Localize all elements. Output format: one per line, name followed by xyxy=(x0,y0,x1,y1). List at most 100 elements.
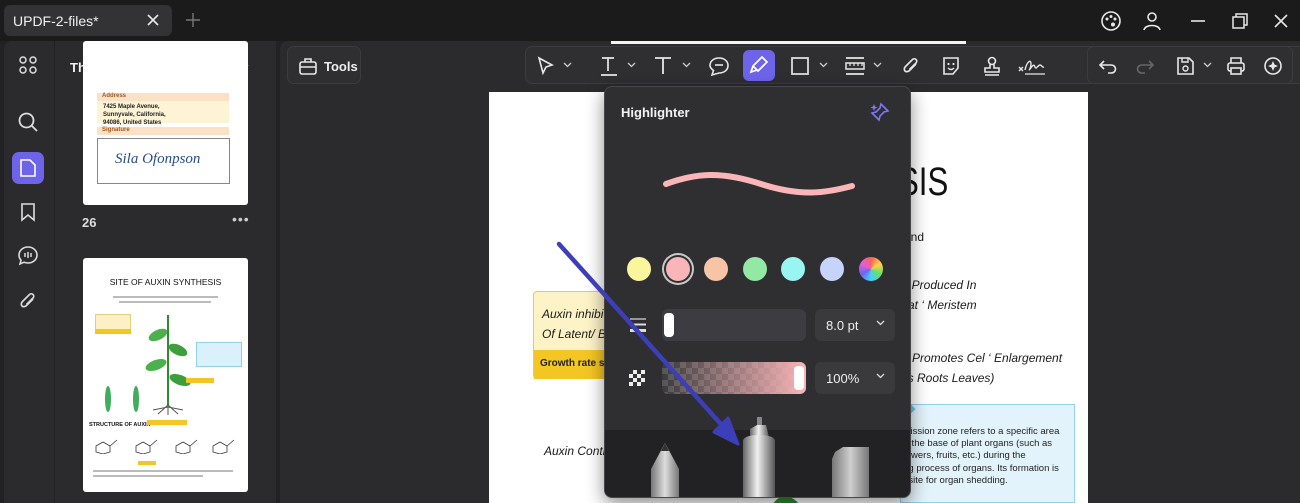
document-tab[interactable]: UPDF-2-files* xyxy=(4,5,172,36)
text-box-icon[interactable] xyxy=(652,55,674,77)
measure-ruler-icon[interactable] xyxy=(844,55,866,77)
pdf-note-line: Auxin inhibit xyxy=(542,307,607,321)
chevron-down-icon[interactable] xyxy=(563,62,572,68)
info-box-line: at the base of plant organs (such as xyxy=(901,438,1053,450)
print-icon[interactable] xyxy=(1225,55,1247,77)
eraser-tool-icon[interactable] xyxy=(829,447,871,498)
minimize-icon[interactable] xyxy=(1186,9,1210,33)
more-options-icon[interactable]: ••• xyxy=(232,211,250,227)
page-thumbnail[interactable]: SITE OF AUXIN SYNTHESIS STRUCTURE OF AUX… xyxy=(83,258,248,492)
page-icon xyxy=(20,159,36,177)
signature-box: Sila Ofonpson xyxy=(97,138,230,184)
chevron-down-icon[interactable] xyxy=(873,62,882,68)
comments-button[interactable] xyxy=(12,240,44,272)
comment-icon xyxy=(18,246,38,266)
thickness-value: 8.0 pt xyxy=(826,318,859,333)
undo-icon[interactable] xyxy=(1097,55,1119,77)
opacity-select[interactable]: 100% xyxy=(815,362,895,394)
magic-pin-icon[interactable] xyxy=(867,101,891,125)
opacity-checker-icon xyxy=(629,370,645,386)
signature-label: Signature xyxy=(102,127,130,133)
thumbnails-button[interactable] xyxy=(12,152,44,184)
theme-palette-icon[interactable] xyxy=(1099,9,1123,33)
sticker-icon[interactable] xyxy=(940,55,962,77)
redo-icon[interactable] xyxy=(1134,55,1156,77)
highlighter-tool-button[interactable] xyxy=(743,50,775,81)
thickness-icon xyxy=(629,317,647,333)
ai-assistant-icon[interactable] xyxy=(1262,55,1284,77)
pdf-text-line: es Roots Leaves) xyxy=(901,371,995,385)
stroke-preview xyxy=(663,172,855,196)
toolbox-icon xyxy=(298,56,318,76)
close-tab-icon[interactable] xyxy=(144,11,162,29)
thickness-slider[interactable] xyxy=(662,309,806,341)
color-swatch-green[interactable] xyxy=(743,257,767,281)
pen-tool-tray xyxy=(605,417,910,498)
highlighter-popover: Highlighter 8.0 pt 100% xyxy=(604,86,911,498)
tools-button[interactable]: Tools xyxy=(287,46,361,84)
search-icon xyxy=(18,112,38,132)
highlighter-icon xyxy=(749,55,769,75)
custom-color-picker[interactable] xyxy=(859,257,883,281)
thumb-note-band xyxy=(138,461,156,465)
thumb-text-line xyxy=(113,296,218,298)
color-swatch-pink[interactable] xyxy=(666,257,690,281)
info-box-line: uisite for organ shedding. xyxy=(901,474,1008,486)
chevron-down-icon[interactable] xyxy=(819,62,828,68)
page-number: 26 xyxy=(82,215,97,230)
signature-label-band: Signature xyxy=(97,127,229,135)
opacity-slider-thumb[interactable] xyxy=(794,366,804,390)
chevron-down-icon[interactable] xyxy=(627,62,636,68)
title-bar: UPDF-2-files* xyxy=(0,0,1300,41)
apps-grid-button[interactable] xyxy=(12,49,44,81)
attachments-button[interactable] xyxy=(12,285,44,317)
color-swatch-peach[interactable] xyxy=(704,257,728,281)
highlighter-marker-tool-icon[interactable] xyxy=(738,417,780,498)
thickness-slider-thumb[interactable] xyxy=(664,313,674,337)
signature-icon[interactable] xyxy=(1017,55,1047,77)
bookmarks-button[interactable] xyxy=(12,196,44,228)
address-value-box: 7425 Maple Avenue, Sunnyvale, California… xyxy=(97,101,229,126)
chevron-down-icon[interactable] xyxy=(1203,62,1212,68)
thumb-note-band xyxy=(147,420,187,425)
color-swatch-cyan[interactable] xyxy=(781,257,805,281)
info-box-line: flowers, fruits, etc.) during the xyxy=(901,450,1026,462)
save-icon[interactable] xyxy=(1174,55,1196,77)
grid-icon xyxy=(19,56,37,74)
page-thumbnail[interactable]: Address 7425 Maple Avenue, Sunnyvale, Ca… xyxy=(83,41,248,205)
new-tab-icon[interactable] xyxy=(185,12,201,28)
stamp-icon[interactable] xyxy=(981,55,1003,77)
pdf-info-box: scission zone refers to a specific area … xyxy=(898,400,1075,503)
signature-value: Sila Ofonpson xyxy=(115,151,201,167)
pdf-note-box: Auxin inhibit Of Latent/ B Growth rate s… xyxy=(533,291,614,379)
color-swatch-yellow[interactable] xyxy=(627,257,651,281)
info-box-text: scission zone refers to a specific area … xyxy=(901,426,1059,487)
tools-label: Tools xyxy=(324,59,358,74)
left-rail xyxy=(4,41,54,503)
thumb-cactus-left xyxy=(105,386,111,412)
close-window-icon[interactable] xyxy=(1269,9,1293,33)
pencil-tool-icon[interactable] xyxy=(649,443,681,498)
horizontal-scroll-indicator[interactable] xyxy=(611,41,966,44)
thumb-molecules xyxy=(95,439,235,454)
text-underline-icon[interactable] xyxy=(598,55,620,77)
account-icon[interactable] xyxy=(1140,9,1164,33)
select-cursor-icon[interactable] xyxy=(535,55,557,77)
rectangle-icon[interactable] xyxy=(789,55,811,77)
thumb-note-band xyxy=(186,378,214,383)
info-box-line: ing process of organs. Its formation is xyxy=(901,462,1059,474)
attachment-icon[interactable] xyxy=(900,55,922,77)
color-swatch-lavender[interactable] xyxy=(820,257,844,281)
pdf-note-line: Of Latent/ B xyxy=(542,327,607,341)
document-tab-label: UPDF-2-files* xyxy=(13,13,99,29)
chevron-down-icon[interactable] xyxy=(682,62,691,68)
thickness-select[interactable]: 8.0 pt xyxy=(815,309,895,341)
search-button[interactable] xyxy=(12,106,44,138)
restore-icon[interactable] xyxy=(1228,9,1252,33)
address-label-band: Address xyxy=(97,93,229,101)
comment-bubble-icon[interactable] xyxy=(708,55,730,77)
opacity-slider[interactable] xyxy=(662,362,806,394)
thumb-subtitle: STRUCTURE OF AUXIN xyxy=(89,422,151,428)
thumb-info-box xyxy=(196,342,242,367)
thumb-text-line xyxy=(93,470,233,472)
